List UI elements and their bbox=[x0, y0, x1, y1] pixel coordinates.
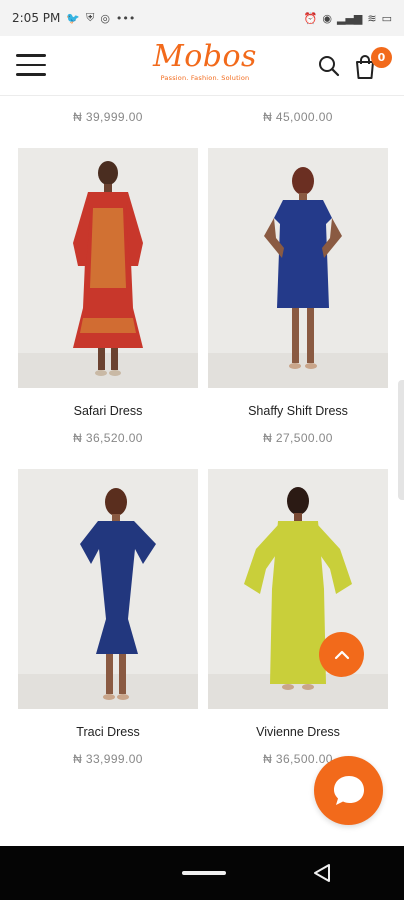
side-panel-handle[interactable] bbox=[398, 380, 404, 500]
more-notifications-icon: ••• bbox=[115, 11, 136, 25]
triangle-back-icon[interactable] bbox=[311, 862, 333, 884]
product-price: ₦ 27,500.00 bbox=[263, 431, 333, 445]
chat-bubble-icon bbox=[333, 775, 364, 805]
site-header: Mobos Passion. Fashion. Solution bbox=[0, 36, 404, 96]
wifi-icon: ≋ bbox=[367, 11, 377, 25]
product-name[interactable]: Safari Dress bbox=[18, 404, 198, 418]
hamburger-menu-icon[interactable] bbox=[16, 54, 46, 76]
product-name[interactable]: Traci Dress bbox=[18, 725, 198, 739]
product-price: ₦ 39,999.00 bbox=[73, 110, 143, 124]
twitter-icon: 🐦 bbox=[66, 11, 81, 25]
product-price: ₦ 36,520.00 bbox=[73, 431, 143, 445]
chevron-up-icon bbox=[334, 650, 349, 659]
product-name[interactable]: Vivienne Dress bbox=[208, 725, 388, 739]
chat-button[interactable] bbox=[314, 756, 383, 825]
status-bar: 2:05 PM 🐦 ⛨ ◎ ••• ⏰ ◉ ▂▄▆ ≋ ▭ bbox=[0, 0, 404, 36]
product-price: ₦ 45,000.00 bbox=[263, 110, 333, 124]
product-image-traci-dress[interactable] bbox=[18, 469, 198, 709]
product-image-shaffy-shift-dress[interactable] bbox=[208, 148, 388, 388]
hotspot-icon: ◉ bbox=[322, 11, 332, 25]
cart-count-badge: 0 bbox=[371, 47, 392, 68]
shield-notification-icon: ⛨ bbox=[86, 11, 95, 24]
logo-tagline: Passion. Fashion. Solution bbox=[160, 74, 250, 82]
product-name[interactable]: Shaffy Shift Dress bbox=[208, 404, 388, 418]
site-logo[interactable]: Mobos Passion. Fashion. Solution bbox=[150, 39, 260, 83]
product-price: ₦ 33,999.00 bbox=[73, 752, 143, 766]
status-time: 2:05 PM bbox=[12, 11, 61, 25]
signal-icon: ▂▄▆ bbox=[336, 11, 363, 25]
scroll-to-top-button[interactable] bbox=[319, 632, 364, 677]
search-icon[interactable] bbox=[317, 54, 341, 78]
home-pill[interactable] bbox=[182, 871, 226, 875]
battery-icon: ▭ bbox=[381, 11, 392, 25]
product-image-safari-dress[interactable] bbox=[18, 148, 198, 388]
alarm-icon: ⏰ bbox=[303, 11, 318, 25]
product-image-vivienne-dress[interactable] bbox=[208, 469, 388, 709]
notification-icon: ◎ bbox=[100, 11, 110, 25]
system-navigation-bar bbox=[0, 846, 404, 900]
logo-name: Mobos bbox=[153, 39, 257, 74]
